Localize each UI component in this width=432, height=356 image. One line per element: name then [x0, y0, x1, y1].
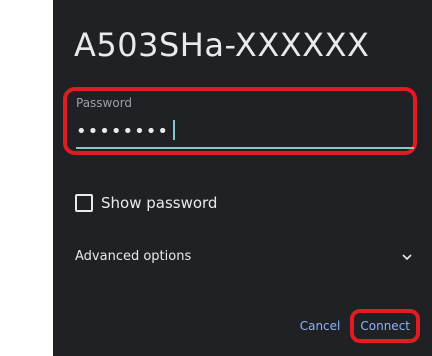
show-password-label: Show password	[101, 194, 218, 212]
chevron-down-icon[interactable]	[401, 251, 413, 263]
password-value: ••••••••	[76, 121, 169, 142]
show-password-checkbox[interactable]	[75, 194, 93, 212]
wifi-connect-dialog: A503SHa-XXXXXX Password •••••••• Show pa…	[53, 0, 432, 356]
connect-button[interactable]: Connect	[350, 309, 420, 343]
text-caret	[172, 120, 175, 140]
cancel-button[interactable]: Cancel	[300, 309, 341, 343]
advanced-options-row[interactable]: Advanced options	[75, 249, 413, 264]
advanced-options-label: Advanced options	[75, 249, 192, 264]
password-field-label: Password	[76, 96, 133, 110]
show-password-toggle[interactable]: Show password	[75, 194, 217, 212]
dialog-actions: Cancel Connect	[300, 309, 420, 343]
password-input[interactable]: ••••••••	[76, 120, 175, 142]
password-field-underline	[76, 147, 414, 149]
network-name-title: A503SHa-XXXXXX	[74, 26, 370, 64]
